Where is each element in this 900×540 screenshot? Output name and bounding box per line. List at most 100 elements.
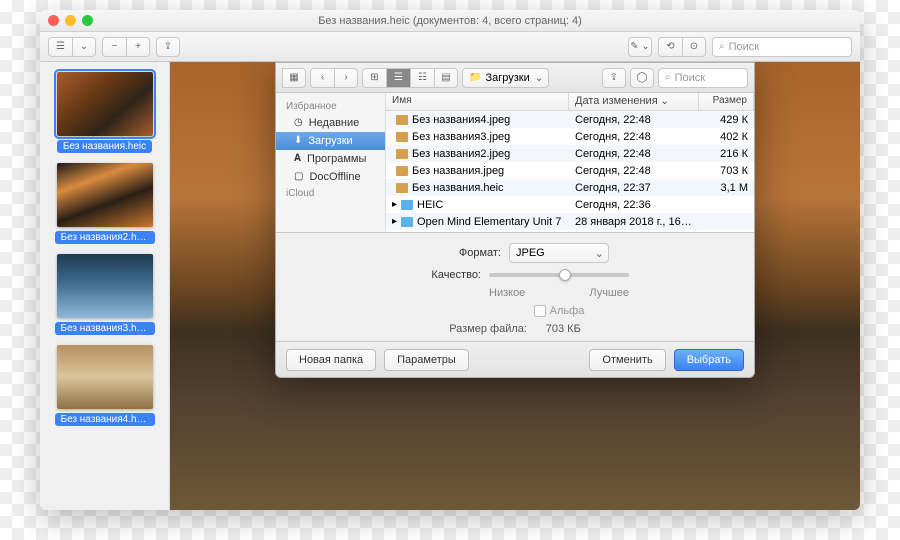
thumbnail-image xyxy=(57,254,153,318)
image-file-icon xyxy=(396,166,408,176)
preview-window: Без названия.heic (документов: 4, всего … xyxy=(40,10,860,510)
image-file-icon xyxy=(396,149,408,159)
dialog-footer: Новая папка Параметры Отменить Выбрать xyxy=(276,341,754,377)
export-options: Формат: JPEG Качество: НизкоеЛучшее Альф… xyxy=(276,233,754,341)
file-list: Имя Дата изменения ⌄ Размер Без названия… xyxy=(386,93,754,232)
sidebar-item-applications[interactable]: 𝐀Программы xyxy=(276,150,385,168)
folder-icon xyxy=(401,200,413,210)
rotate-icon: ⟲ xyxy=(666,42,674,52)
format-label: Формат: xyxy=(421,247,501,259)
forward-button[interactable]: › xyxy=(334,68,358,88)
file-row[interactable]: ▸Open Mind Elementary Unit 728 января 20… xyxy=(386,213,754,230)
column-header-size[interactable]: Размер xyxy=(699,93,754,110)
folder-icon: 📁 xyxy=(469,73,481,83)
alpha-checkbox[interactable]: Альфа xyxy=(534,305,585,317)
dialog-toolbar: ▦ ‹ › ⊞ ☰ ☷ ▤ 📁 Загрузки xyxy=(276,63,754,93)
zoom-in-button[interactable]: + xyxy=(126,37,150,57)
sidebar-toggle-button[interactable]: ☰ xyxy=(48,37,72,57)
thumbnail-image xyxy=(57,163,153,227)
titlebar: Без названия.heic (документов: 4, всего … xyxy=(40,10,860,32)
thumbnail-item[interactable]: Без названия.heic xyxy=(55,72,155,153)
share-icon: ⇪ xyxy=(610,73,618,83)
view-column-button[interactable]: ☷ xyxy=(410,68,434,88)
rotate-button[interactable]: ⟲ xyxy=(658,37,682,57)
file-row[interactable]: Без названия3.jpegСегодня, 22:48402 К xyxy=(386,128,754,145)
main-toolbar: ☰ ⌄ − + ⇪ ✎ ⌄ ⟲ ⊙ ⌕ Поиск xyxy=(40,32,860,62)
search-icon: ⌕ xyxy=(665,73,671,83)
share-icon: ⇪ xyxy=(164,42,172,52)
file-row[interactable]: ▸HEICСегодня, 22:36 xyxy=(386,196,754,213)
sidebar-icon: ☰ xyxy=(56,42,65,52)
sidebar-item-docoffline[interactable]: ▢DocOffline xyxy=(276,168,385,186)
column-header-name[interactable]: Имя xyxy=(386,93,569,110)
sidebar-category: iCloud xyxy=(276,186,385,201)
image-file-icon xyxy=(396,183,408,193)
options-button[interactable]: Параметры xyxy=(384,349,469,371)
search-icon: ⌕ xyxy=(719,42,725,52)
close-button[interactable] xyxy=(48,15,59,26)
quality-slider[interactable] xyxy=(489,273,629,277)
folder-icon: ▢ xyxy=(294,172,303,182)
zoom-button[interactable] xyxy=(82,15,93,26)
traffic-lights xyxy=(48,15,93,26)
window-title: Без названия.heic (документов: 4, всего … xyxy=(318,15,582,27)
cancel-button[interactable]: Отменить xyxy=(589,349,665,371)
annotate-icon: ⊙ xyxy=(690,42,698,52)
view-list-button[interactable]: ☰ xyxy=(386,68,410,88)
share-button[interactable]: ⇪ xyxy=(156,37,180,57)
format-dropdown[interactable]: JPEG xyxy=(509,243,609,263)
back-button[interactable]: ‹ xyxy=(310,68,334,88)
image-viewer: ▦ ‹ › ⊞ ☰ ☷ ▤ 📁 Загрузки xyxy=(170,62,860,510)
download-icon: ⬇ xyxy=(294,136,302,146)
thumbnail-item[interactable]: Без названия2.heic xyxy=(55,163,155,244)
quality-label: Качество: xyxy=(401,269,481,281)
grid-icon: ▦ xyxy=(289,73,298,83)
apps-icon: 𝐀 xyxy=(294,154,301,164)
thumbnail-image xyxy=(57,72,153,136)
thumbnail-item[interactable]: Без названия4.heic xyxy=(55,345,155,426)
minimize-button[interactable] xyxy=(65,15,76,26)
disclosure-icon: ▸ xyxy=(392,200,397,210)
location-dropdown[interactable]: 📁 Загрузки xyxy=(462,68,549,88)
file-row[interactable]: Без названия.heicСегодня, 22:373,1 М xyxy=(386,179,754,196)
zoom-out-icon: − xyxy=(112,42,118,52)
view-icon-button[interactable]: ⊞ xyxy=(362,68,386,88)
dialog-search-input[interactable]: ⌕ Поиск xyxy=(658,68,748,88)
icon-view-button[interactable]: ▦ xyxy=(282,68,306,88)
sort-desc-icon: ⌄ xyxy=(660,96,668,107)
zoom-out-button[interactable]: − xyxy=(102,37,126,57)
disclosure-icon: ▸ xyxy=(392,217,397,227)
view-dropdown-button[interactable]: ⌄ xyxy=(72,37,96,57)
thumbnail-sidebar: Без названия.heic Без названия2.heic Без… xyxy=(40,62,170,510)
chevron-down-icon: ⌄ xyxy=(80,42,88,52)
new-folder-button[interactable]: Новая папка xyxy=(286,349,376,371)
sidebar-item-downloads[interactable]: ⬇Загрузки xyxy=(276,132,385,150)
dialog-sidebar: Избранное ◷Недавние ⬇Загрузки 𝐀Программы… xyxy=(276,93,386,232)
tag-button[interactable]: ◯ xyxy=(630,68,654,88)
checkbox-icon xyxy=(534,305,546,317)
tag-icon: ◯ xyxy=(636,73,647,83)
file-row[interactable]: Без названия.jpegСегодня, 22:48703 К xyxy=(386,162,754,179)
choose-button[interactable]: Выбрать xyxy=(674,349,744,371)
save-dialog: ▦ ‹ › ⊞ ☰ ☷ ▤ 📁 Загрузки xyxy=(275,62,755,378)
file-row[interactable]: Без названия4.jpegСегодня, 22:48429 К xyxy=(386,111,754,128)
sidebar-item-recents[interactable]: ◷Недавние xyxy=(276,114,385,132)
sidebar-category: Избранное xyxy=(276,99,385,114)
image-file-icon xyxy=(396,132,408,142)
chevron-left-icon: ‹ xyxy=(321,73,324,83)
thumbnail-item[interactable]: Без названия3.heic xyxy=(55,254,155,335)
chevron-right-icon: › xyxy=(344,73,347,83)
slider-knob[interactable] xyxy=(559,269,571,281)
pencil-icon: ✎ ⌄ xyxy=(630,42,650,52)
clock-icon: ◷ xyxy=(294,118,303,128)
main-search-input[interactable]: ⌕ Поиск xyxy=(712,37,852,57)
action-button[interactable]: ⇪ xyxy=(602,68,626,88)
image-file-icon xyxy=(396,115,408,125)
zoom-in-icon: + xyxy=(135,42,141,52)
column-header-modified[interactable]: Дата изменения ⌄ xyxy=(569,93,699,110)
view-gallery-button[interactable]: ▤ xyxy=(434,68,458,88)
annotate-button[interactable]: ⊙ xyxy=(682,37,706,57)
folder-icon xyxy=(401,217,413,227)
file-row[interactable]: Без названия2.jpegСегодня, 22:48216 К xyxy=(386,145,754,162)
markup-button[interactable]: ✎ ⌄ xyxy=(628,37,652,57)
